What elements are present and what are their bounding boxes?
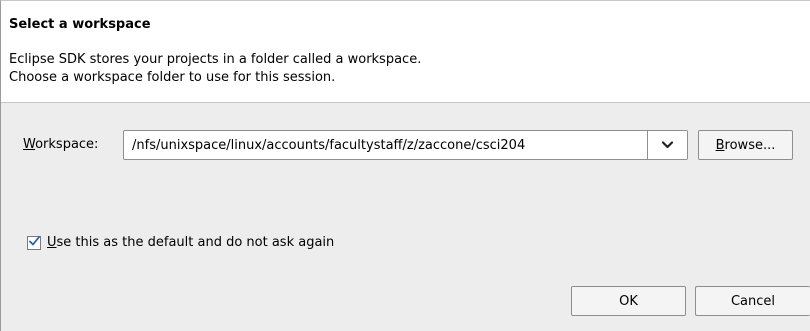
- dialog-title: Select a workspace: [9, 17, 151, 32]
- workspace-dropdown-button[interactable]: [647, 131, 687, 159]
- default-workspace-checkbox[interactable]: [27, 235, 41, 250]
- default-workspace-option[interactable]: Use this as the default and do not ask a…: [27, 235, 334, 250]
- workspace-path-input[interactable]: [124, 131, 645, 159]
- workspace-label-text: orkspace:: [35, 137, 99, 152]
- workspace-label: Workspace:: [23, 137, 98, 152]
- ok-button[interactable]: OK: [571, 286, 686, 316]
- browse-mnemonic: B: [715, 137, 725, 153]
- check-mark-icon: [28, 235, 40, 250]
- default-workspace-label: Use this as the default and do not ask a…: [47, 235, 334, 250]
- dialog-message-line2: Choose a workspace folder to use for thi…: [9, 70, 336, 85]
- workspace-label-mnemonic: W: [23, 137, 36, 152]
- default-workspace-mnemonic: U: [47, 235, 57, 250]
- workspace-combo[interactable]: [123, 130, 688, 160]
- select-workspace-dialog: Select a workspace Eclipse SDK stores yo…: [0, 0, 810, 331]
- browse-button[interactable]: Browse...: [698, 130, 793, 160]
- cancel-button[interactable]: Cancel: [695, 286, 810, 316]
- default-workspace-text: se this as the default and do not ask ag…: [56, 235, 335, 250]
- browse-label: rowse...: [724, 137, 776, 153]
- dialog-header: Select a workspace Eclipse SDK stores yo…: [1, 1, 810, 103]
- chevron-down-icon: [661, 138, 674, 153]
- dialog-message-line1: Eclipse SDK stores your projects in a fo…: [9, 52, 422, 67]
